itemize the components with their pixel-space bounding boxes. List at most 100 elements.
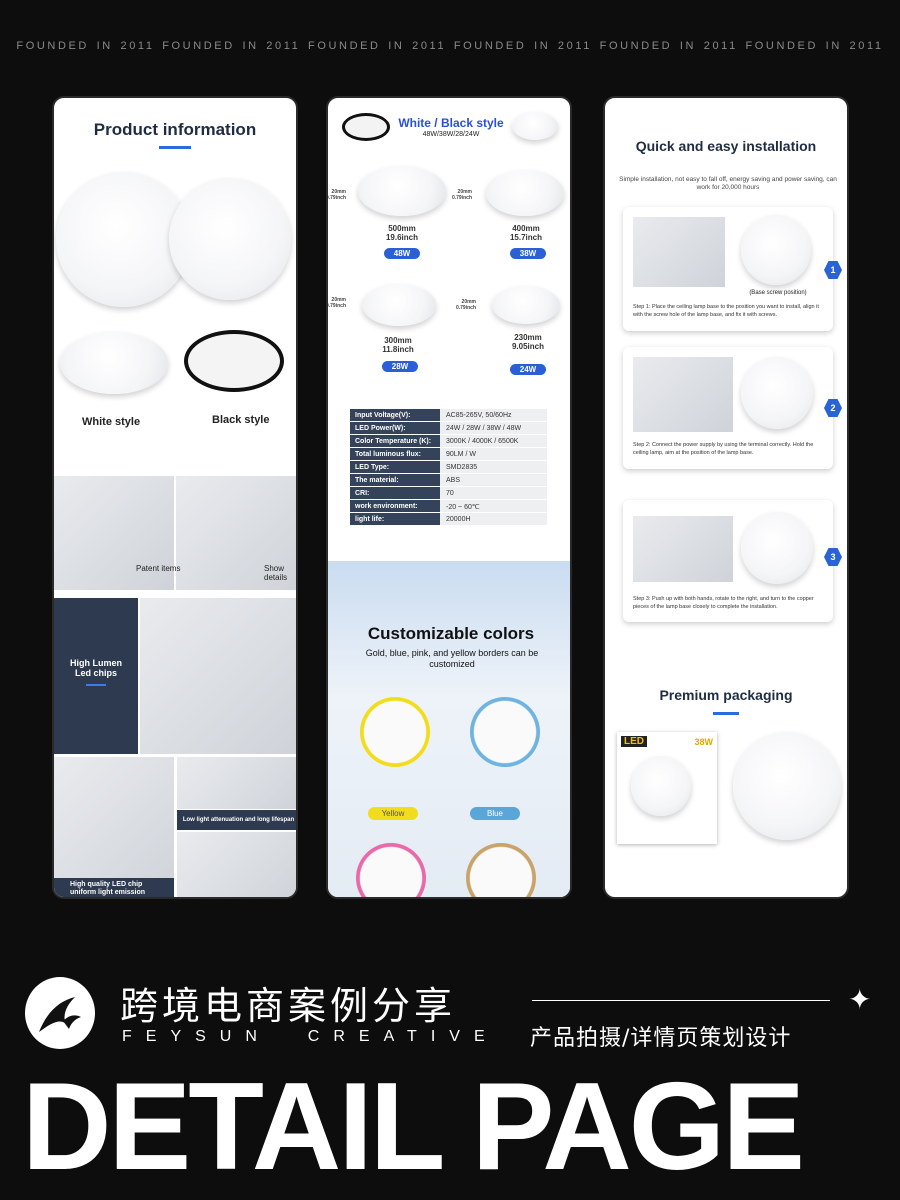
spec-key: The material: — [350, 474, 440, 486]
step-text: Step 1: Place the ceiling lamp base to t… — [633, 304, 819, 318]
spec-key: Color Temperature (K): — [350, 435, 440, 447]
box-watt: 38W — [694, 737, 713, 747]
bird-wing-icon — [39, 997, 81, 1032]
chip-label: High quality LED chip uniform light emis… — [54, 878, 174, 897]
blue-lamp — [470, 697, 540, 767]
panel-product-information: Product information White style Black st… — [52, 96, 298, 899]
box-lamp — [631, 756, 691, 816]
packaged-lamp-image — [733, 732, 841, 840]
spec-key: LED Power(W): — [350, 422, 440, 434]
spec-row: CRI: 70 — [350, 487, 547, 500]
white-lamp-thumb — [512, 112, 558, 140]
watt-badge-24: 24W — [510, 364, 546, 375]
watts-subtitle: 48W/38W/28/24W — [422, 131, 480, 138]
size-inch: 19.6inch — [385, 233, 418, 242]
step-card-3: Step 3: Push up with both hands, rotate … — [623, 500, 842, 622]
size-inch: 15.7inch — [509, 233, 542, 242]
step-number: 1 — [824, 261, 842, 279]
cn-title: 跨境电商案例分享 — [120, 984, 457, 1028]
high-lumen-label: High Lumen Led chips — [70, 658, 122, 678]
title-underline — [713, 712, 739, 715]
watt-badge-38: 38W — [510, 248, 546, 259]
step-number: 3 — [824, 548, 842, 566]
size-300: 300mm 11.8inch — [368, 336, 428, 354]
style-title: White / Black style — [398, 116, 504, 130]
size-mm: 400mm — [512, 224, 540, 233]
step-text: Step 3: Push up with both hands, rotate … — [633, 596, 814, 610]
panel-installation: Quick and easy installation Simple insta… — [603, 96, 849, 899]
high-lumen-block: High Lumen Led chips — [54, 598, 138, 754]
wiring-image — [633, 357, 733, 432]
detail-page-heading: DETAIL PAGE — [22, 1058, 805, 1196]
size-inch: 11.8inch — [382, 345, 414, 354]
section-title: Product information — [93, 120, 257, 139]
spec-table: Input Voltage(V): AC85-265V, 50/60Hz LED P… — [350, 409, 547, 526]
spec-value: 3000K / 4000K / 6500K — [440, 435, 547, 447]
drill-image — [633, 217, 725, 287]
title-underline — [159, 146, 191, 149]
spec-value: 70 — [440, 487, 547, 499]
sparkle-icon: ✦ — [848, 984, 872, 1015]
size-mm: 500mm — [388, 224, 416, 233]
black-lamp-thumb — [342, 113, 390, 141]
thickness-inch: 0.79inch — [455, 305, 476, 311]
custom-colors-section: Customizable colors Gold, blue, pink, an… — [328, 561, 570, 897]
black-style-label: Black style — [212, 414, 270, 426]
led-strip-image — [177, 757, 296, 809]
spec-key: CRI: — [350, 487, 440, 499]
lamp-500mm — [358, 166, 446, 216]
spec-row: LED Type: SMD2835 — [350, 461, 547, 474]
spec-value: AC85-265V, 50/60Hz — [440, 409, 547, 421]
led-chip-board-image — [140, 598, 296, 754]
underline — [86, 684, 106, 686]
blue-label: Blue — [470, 807, 520, 820]
base-screw-image — [741, 215, 811, 285]
divider-line — [532, 1000, 830, 1001]
size-inch: 9.05inch — [511, 342, 544, 351]
spec-value: -20 ~ 60℃ — [440, 500, 547, 512]
thickness-inch: 0.79inch — [326, 303, 346, 309]
black-lamp-image — [184, 330, 284, 392]
spec-value: SMD2835 — [440, 461, 547, 473]
spec-row: LED Power(W): 24W / 28W / 38W / 48W — [350, 422, 547, 435]
spec-key: work environment: — [350, 500, 440, 512]
gold-lamp — [466, 843, 536, 897]
brand-name: FEYSUN CREATIVE — [122, 1028, 499, 1045]
spec-key: Input Voltage(V): — [350, 409, 440, 421]
led-dots-image — [177, 832, 296, 897]
spec-row: Color Temperature (K): 3000K / 4000K / 65… — [350, 435, 547, 448]
size-400: 400mm 15.7inch — [496, 224, 556, 242]
step-card-1: (Base screw position) Step 1: Place the … — [623, 207, 842, 331]
step-card-2: Step 2: Connect the power supply by usin… — [623, 347, 842, 469]
rotate-image — [633, 516, 733, 582]
spec-row: light life: 20000H — [350, 513, 547, 526]
tagline: FOUNDED IN 2011 FOUNDED IN 2011 FOUNDED … — [16, 40, 884, 52]
show-details-label: Show details — [264, 564, 288, 582]
lamp-300mm — [362, 284, 436, 326]
size-mm: 230mm — [514, 333, 542, 342]
spec-key: LED Type: — [350, 461, 440, 473]
white-lamp-image — [60, 332, 168, 394]
feysun-logo — [25, 977, 95, 1049]
spec-row: work environment: -20 ~ 60℃ — [350, 500, 547, 513]
lamp-230mm — [492, 286, 560, 324]
lamp-back-image — [169, 178, 291, 300]
spec-row: Input Voltage(V): AC85-265V, 50/60Hz — [350, 409, 547, 422]
spec-value: ABS — [440, 474, 547, 486]
spec-value: 24W / 28W / 38W / 48W — [440, 422, 547, 434]
panel-specifications: White / Black style 48W/38W/28/24W 20mm 0… — [326, 96, 572, 899]
spec-key: light life: — [350, 513, 440, 525]
step-number: 2 — [824, 399, 842, 417]
base-screw-label: (Base screw position) — [749, 290, 807, 296]
cn-subtitle: 产品拍摄/详情页策划设计 — [530, 1026, 792, 1051]
thickness-inch: 0.79inch — [451, 195, 472, 201]
installation-subtitle: Simple installation, not easy to fall of… — [619, 176, 837, 191]
custom-subtitle: Gold, blue, pink, and yellow borders can… — [365, 648, 539, 669]
attenuation-label: Low light attenuation and long lifespan — [177, 810, 296, 830]
lamp-400mm — [486, 170, 564, 216]
spec-row: Total luminous flux: 90LM / W — [350, 448, 547, 461]
spec-row: The material: ABS — [350, 474, 547, 487]
pink-lamp — [356, 843, 426, 897]
box-logo: LED — [621, 736, 647, 747]
watt-badge-28: 28W — [382, 361, 418, 372]
